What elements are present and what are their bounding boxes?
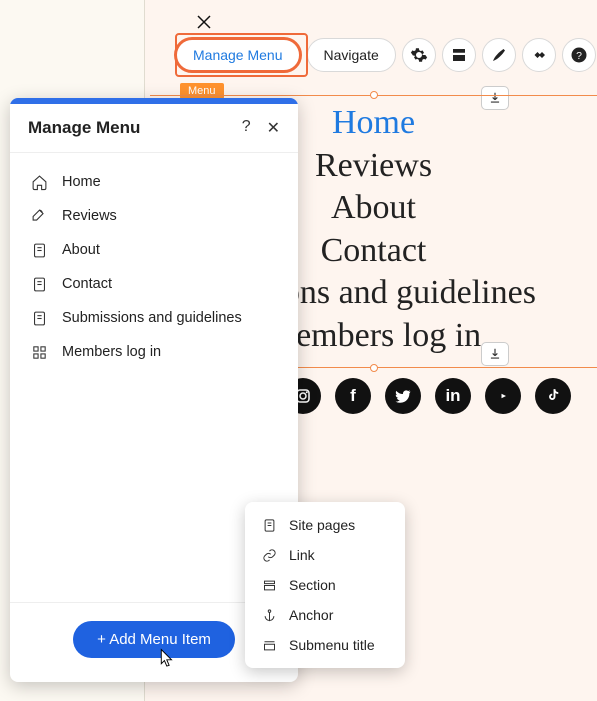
- dropdown-link[interactable]: Link: [245, 540, 405, 570]
- dropdown-section[interactable]: Section: [245, 570, 405, 600]
- page-icon: [30, 275, 48, 293]
- gear-icon[interactable]: [402, 38, 436, 72]
- menu-item-contact[interactable]: Contact: [10, 267, 298, 301]
- menu-item-submissions[interactable]: Submissions and guidelines: [10, 301, 298, 335]
- panel-help-icon[interactable]: ?: [242, 118, 251, 138]
- svg-text:?: ?: [576, 50, 582, 62]
- layout-icon[interactable]: [442, 38, 476, 72]
- add-menu-item-dropdown: Site pages Link Section Anchor Submenu t…: [245, 502, 405, 668]
- menu-item-label: Contact: [62, 276, 112, 292]
- submenu-icon: [261, 637, 277, 653]
- menu-item-label: About: [62, 242, 100, 258]
- cursor-pointer: [156, 648, 176, 675]
- dropdown-anchor[interactable]: Anchor: [245, 600, 405, 630]
- menu-item-label: Home: [62, 174, 101, 190]
- menu-item-home[interactable]: Home: [10, 165, 298, 199]
- navigate-button[interactable]: Navigate: [307, 38, 396, 72]
- youtube-icon[interactable]: [485, 378, 521, 414]
- page-icon: [30, 309, 48, 327]
- editor-toolbar: Manage Menu Navigate ?: [175, 38, 596, 72]
- menu-item-label: Members log in: [62, 344, 161, 360]
- home-icon: [30, 173, 48, 191]
- brush-icon[interactable]: [482, 38, 516, 72]
- help-icon[interactable]: ?: [562, 38, 596, 72]
- dropdown-label: Section: [289, 577, 336, 593]
- menu-item-about[interactable]: About: [10, 233, 298, 267]
- panel-header: Manage Menu ? ✕: [10, 104, 298, 153]
- page-icon: [30, 241, 48, 259]
- menu-item-label: Submissions and guidelines: [62, 310, 242, 326]
- social-bar: f in: [285, 378, 571, 414]
- panel-close-icon[interactable]: ✕: [267, 118, 280, 138]
- close-icon[interactable]: [192, 10, 216, 34]
- animation-icon[interactable]: [522, 38, 556, 72]
- link-icon: [261, 547, 277, 563]
- menu-item-members[interactable]: Members log in: [10, 335, 298, 369]
- tiktok-icon[interactable]: [535, 378, 571, 414]
- manage-menu-button[interactable]: Manage Menu: [175, 38, 301, 72]
- download-icon[interactable]: [481, 342, 509, 366]
- anchor-icon: [261, 607, 277, 623]
- linkedin-icon[interactable]: in: [435, 378, 471, 414]
- dropdown-label: Site pages: [289, 517, 355, 533]
- dropdown-label: Link: [289, 547, 315, 563]
- section-icon: [261, 577, 277, 593]
- menu-item-reviews[interactable]: Reviews: [10, 199, 298, 233]
- dropdown-label: Anchor: [289, 607, 333, 623]
- dropdown-submenu-title[interactable]: Submenu title: [245, 630, 405, 660]
- resize-handle-top[interactable]: [370, 91, 378, 99]
- dropdown-label: Submenu title: [289, 637, 375, 653]
- panel-title: Manage Menu: [28, 118, 140, 138]
- page-icon: [261, 517, 277, 533]
- twitter-icon[interactable]: [385, 378, 421, 414]
- add-menu-item-button[interactable]: Add Menu Item: [73, 621, 235, 658]
- resize-handle-bottom[interactable]: [370, 364, 378, 372]
- pen-icon: [30, 207, 48, 225]
- grid-icon: [30, 343, 48, 361]
- menu-item-label: Reviews: [62, 208, 117, 224]
- dropdown-site-pages[interactable]: Site pages: [245, 510, 405, 540]
- facebook-icon[interactable]: f: [335, 378, 371, 414]
